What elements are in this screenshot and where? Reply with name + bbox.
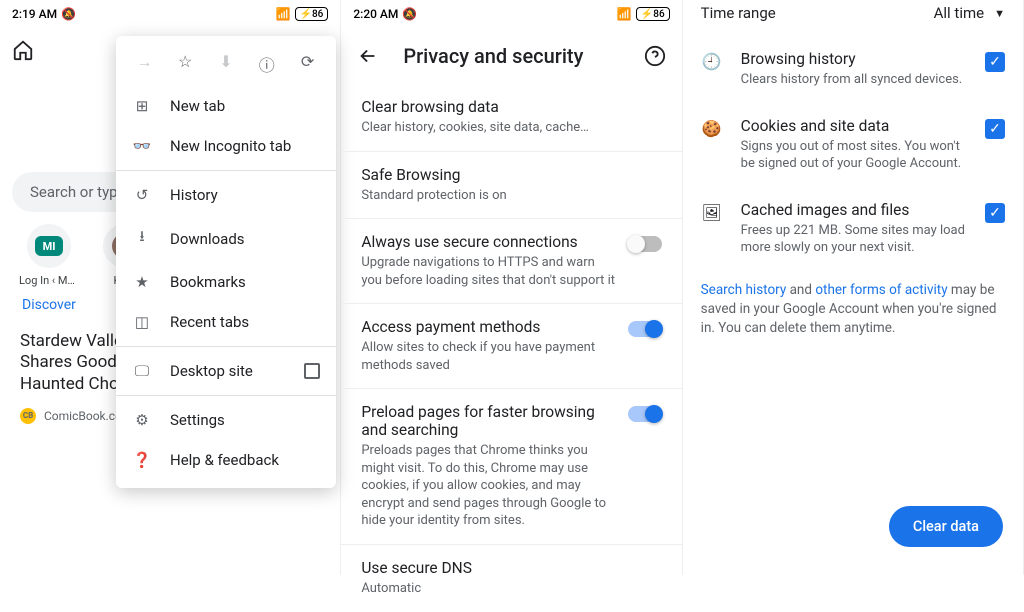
setting-secure-connections[interactable]: Always use secure connections Upgrade na…: [341, 219, 681, 304]
secure-connections-toggle[interactable]: [628, 236, 662, 252]
cookie-icon: 🍪: [701, 119, 723, 138]
home-icon[interactable]: [12, 39, 34, 61]
menu-downloads[interactable]: ⭳Downloads: [116, 215, 336, 262]
menu-bookmarks[interactable]: ★Bookmarks: [116, 262, 336, 302]
download-icon: ⬇: [214, 52, 238, 76]
history-checkbox[interactable]: ✓: [985, 52, 1005, 72]
menu-help[interactable]: ❓Help & feedback: [116, 440, 336, 480]
info-icon[interactable]: ⓘ: [255, 52, 279, 76]
menu-history[interactable]: ↺History: [116, 175, 336, 215]
gear-icon: ⚙: [132, 411, 152, 429]
time-range-value: All time: [934, 4, 984, 22]
info-text: Search history and other forms of activi…: [701, 271, 1005, 348]
payment-methods-toggle[interactable]: [628, 321, 662, 337]
setting-preload-pages[interactable]: Preload pages for faster browsing and se…: [341, 389, 681, 545]
setting-clear-browsing-data[interactable]: Clear browsing data Clear history, cooki…: [341, 84, 681, 152]
history-icon: ↺: [132, 186, 152, 204]
incognito-icon: 👓: [132, 137, 152, 155]
search-history-link[interactable]: Search history: [701, 282, 787, 298]
status-time: 2:20 AM: [353, 7, 398, 21]
page-title: Privacy and security: [403, 44, 619, 68]
preload-toggle[interactable]: [628, 406, 662, 422]
dnd-icon: 🔕: [402, 7, 417, 21]
signal-icon: 📶: [276, 7, 291, 21]
overflow-menu: → ☆ ⬇ ⓘ ⟳ ⊞New tab 👓New Incognito tab ↺H…: [116, 36, 336, 488]
clock-icon: 🕘: [701, 52, 723, 71]
plus-square-icon: ⊞: [132, 97, 152, 115]
cookies-checkbox[interactable]: ✓: [985, 119, 1005, 139]
cbd-browsing-history[interactable]: 🕘 Browsing history Clears history from a…: [701, 36, 1005, 103]
setting-secure-dns[interactable]: Use secure DNS Automatic: [341, 545, 681, 612]
chevron-down-icon: ▼: [994, 7, 1005, 20]
monitor-icon: 🖵: [132, 362, 152, 380]
clear-data-button[interactable]: Clear data: [889, 506, 1003, 547]
cbd-cookies[interactable]: 🍪 Cookies and site data Signs you out of…: [701, 103, 1005, 187]
status-bar: 2:19 AM 🔕 📶 ⚡86: [0, 0, 340, 28]
help-icon[interactable]: [644, 45, 666, 67]
image-icon: 🖼: [701, 203, 723, 222]
status-bar: 2:20 AM 🔕 📶 ⚡86: [341, 0, 681, 28]
setting-safe-browsing[interactable]: Safe Browsing Standard protection is on: [341, 152, 681, 220]
setting-payment-methods[interactable]: Access payment methods Allow sites to ch…: [341, 304, 681, 389]
back-icon[interactable]: [357, 45, 379, 67]
menu-recent-tabs[interactable]: ◫Recent tabs: [116, 302, 336, 342]
menu-incognito[interactable]: 👓New Incognito tab: [116, 126, 336, 166]
star-icon[interactable]: ☆: [173, 52, 197, 76]
menu-settings[interactable]: ⚙Settings: [116, 400, 336, 440]
dnd-icon: 🔕: [61, 7, 76, 21]
status-time: 2:19 AM: [12, 7, 57, 21]
cbd-cache[interactable]: 🖼 Cached images and files Frees up 221 M…: [701, 187, 1005, 271]
screen-chrome-menu: 2:19 AM🔕 📶⚡86 Search or type MILog In ‹ …: [0, 0, 341, 575]
forward-icon: →: [132, 52, 156, 76]
tabs-icon: ◫: [132, 313, 152, 331]
download-arrow-icon: ⭳: [132, 226, 152, 251]
settings-header: Privacy and security: [341, 28, 681, 84]
desktop-site-checkbox[interactable]: [304, 363, 320, 379]
cache-checkbox[interactable]: ✓: [985, 203, 1005, 223]
star-filled-icon: ★: [132, 273, 152, 291]
signal-icon: 📶: [617, 7, 632, 21]
time-range-label: Time range: [701, 4, 776, 22]
menu-desktop-site[interactable]: 🖵Desktop site: [116, 351, 336, 391]
tile-login[interactable]: MILog In ‹ Mo…: [22, 224, 76, 287]
help-icon: ❓: [132, 451, 152, 469]
screen-privacy-security: 2:20 AM 🔕 📶 ⚡86 Privacy and security Clear…: [341, 0, 682, 575]
menu-new-tab[interactable]: ⊞New tab: [116, 86, 336, 126]
battery-icon: ⚡86: [295, 7, 329, 21]
screen-clear-browsing-data: Time range All time ▼ 🕘 Browsing history …: [683, 0, 1024, 575]
time-range-row[interactable]: Time range All time ▼: [701, 0, 1005, 36]
battery-icon: ⚡86: [636, 7, 670, 21]
reload-icon[interactable]: ⟳: [296, 52, 320, 76]
source-badge: CB: [20, 408, 36, 424]
other-activity-link[interactable]: other forms of activity: [815, 282, 947, 298]
